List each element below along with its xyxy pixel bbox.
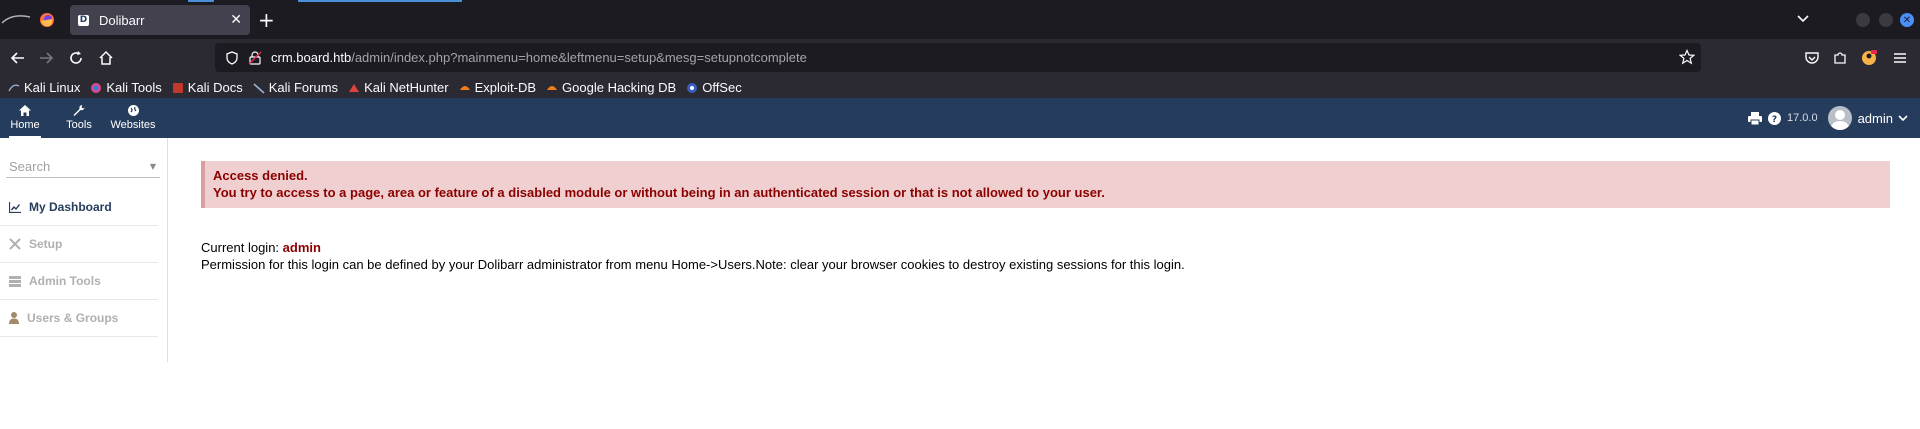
tracking-shield-icon[interactable] [225,50,239,65]
topmenu-label: Tools [66,119,92,131]
leftmenu-my-dashboard[interactable]: My Dashboard [0,189,158,226]
leftmenu-setup[interactable]: Setup [0,226,158,263]
bookmark-label: OffSec [702,80,742,95]
tab-indicator [188,0,214,2]
error-title: Access denied. [213,168,308,183]
bookmark-item[interactable]: Exploit-DB [459,80,536,95]
chart-icon [9,201,21,213]
leftmenu-admin-tools[interactable]: Admin Tools [0,263,158,300]
maximize-button[interactable] [1879,13,1893,27]
bookmark-item[interactable]: Kali NetHunter [348,80,449,95]
window-close-button[interactable]: ✕ [1900,13,1914,27]
browser-nav-bar: crm.board.htb/admin/index.php?mainmenu=h… [0,39,1920,77]
kali-dragon-icon [1,15,31,24]
topmenu-home[interactable]: Home [9,98,41,138]
current-login-user: admin [282,240,321,255]
left-menu: Search ▼ My Dashboard Setup Admin Tools … [0,138,168,362]
tools-icon [9,238,21,250]
bookmark-item[interactable]: Kali Docs [172,80,243,95]
kali-dragon-icon [8,83,20,91]
firefox-icon[interactable] [39,12,55,28]
bookmark-item[interactable]: Kali Forums [253,80,338,95]
pocket-icon[interactable] [1803,49,1821,67]
chevron-down-icon [1898,115,1908,122]
print-icon[interactable] [1747,111,1762,125]
browser-tab[interactable]: D Dolibarr ✕ [70,5,250,35]
home-icon [19,105,31,116]
extensions-icon[interactable] [1831,49,1849,67]
dolibarr-favicon: D [78,14,89,26]
exploitdb-icon [459,85,470,90]
leftmenu-users-groups[interactable]: Users & Groups [0,300,158,337]
bookmark-label: Kali Linux [24,80,81,95]
error-text: You try to access to a page, area or fea… [213,185,1105,200]
list-all-tabs-icon[interactable] [1795,10,1811,26]
insecure-lock-icon[interactable] [248,50,262,65]
dolibarr-version[interactable]: 17.0.0 [1787,112,1818,124]
url-bar[interactable]: crm.board.htb/admin/index.php?mainmenu=h… [215,43,1701,72]
current-login-label: Current login: [201,240,283,255]
bookmark-item[interactable]: Kali Linux [8,80,80,95]
ghdb-icon [547,85,558,90]
kali-dragon-icon [253,82,265,94]
kali-docs-icon [172,82,183,93]
url-host: crm.board.htb [271,50,352,65]
bookmark-label: Exploit-DB [474,80,537,95]
home-icon[interactable] [97,49,115,67]
kali-tools-icon [91,82,102,93]
caret-down-icon: ▼ [149,162,156,171]
topmenu-right: ? 17.0.0 admin [1747,98,1920,138]
minimize-button[interactable] [1856,13,1870,27]
bookmark-label: Google Hacking DB [562,80,677,95]
current-login-line: Current login: admin [201,239,1185,256]
topmenu-tools[interactable]: Tools [64,98,94,138]
svg-text:?: ? [1772,115,1777,125]
bookmark-label: Kali NetHunter [364,80,449,95]
search-placeholder: Search [9,159,51,174]
wrench-icon [73,105,85,116]
search-select[interactable]: Search ▼ [6,156,160,178]
bookmark-label: Kali Tools [106,80,162,95]
help-icon[interactable]: ? [1767,111,1781,125]
globe-icon [127,105,139,116]
leftmenu-label: My Dashboard [29,200,112,214]
leftmenu-label: Users & Groups [27,311,119,325]
bookmarks-toolbar: Kali Linux Kali Tools Kali Docs Kali For… [0,77,1920,98]
reload-icon[interactable] [67,49,85,67]
tab-indicator [298,0,462,2]
dolibarr-top-menu: Home Tools Websites ? 17.0.0 admin [0,98,1920,138]
server-icon [9,275,21,287]
topmenu-label: Home [10,119,40,131]
avatar [1827,106,1852,130]
leftmenu-label: Setup [29,237,63,251]
browser-tab-bar: D Dolibarr ✕ + ✕ [0,0,1920,39]
bookmark-item[interactable]: OffSec [686,80,742,95]
login-info: Current login: admin Permission for this… [201,239,1185,273]
nethunter-icon [349,83,360,92]
forward-icon[interactable] [37,49,55,67]
topmenu-websites[interactable]: Websites [110,98,156,138]
bookmark-label: Kali Docs [187,80,243,95]
new-tab-button[interactable]: + [258,8,275,32]
bookmark-star-icon[interactable] [1679,49,1695,65]
hamburger-menu-icon[interactable] [1891,49,1909,67]
back-icon[interactable] [9,49,27,67]
error-message-box: Access denied. You try to access to a pa… [201,161,1890,208]
user-icon [9,312,19,324]
tab-title: Dolibarr [99,12,145,28]
tab-close-icon[interactable]: ✕ [230,12,242,28]
bookmark-item[interactable]: Kali Tools [90,80,162,95]
user-menu[interactable]: admin [1827,106,1908,130]
url-text[interactable]: crm.board.htb/admin/index.php?mainmenu=h… [271,50,807,65]
leftmenu-label: Admin Tools [29,274,101,288]
permission-note: Permission for this login can be defined… [201,257,1185,272]
bookmark-item[interactable]: Google Hacking DB [546,80,676,95]
topmenu-label: Websites [110,119,156,131]
username: admin [1857,110,1893,126]
account-icon[interactable] [1860,49,1878,67]
url-path: /admin/index.php?mainmenu=home&leftmenu=… [351,50,807,65]
offsec-icon [687,82,698,93]
bookmark-label: Kali Forums [268,80,339,95]
